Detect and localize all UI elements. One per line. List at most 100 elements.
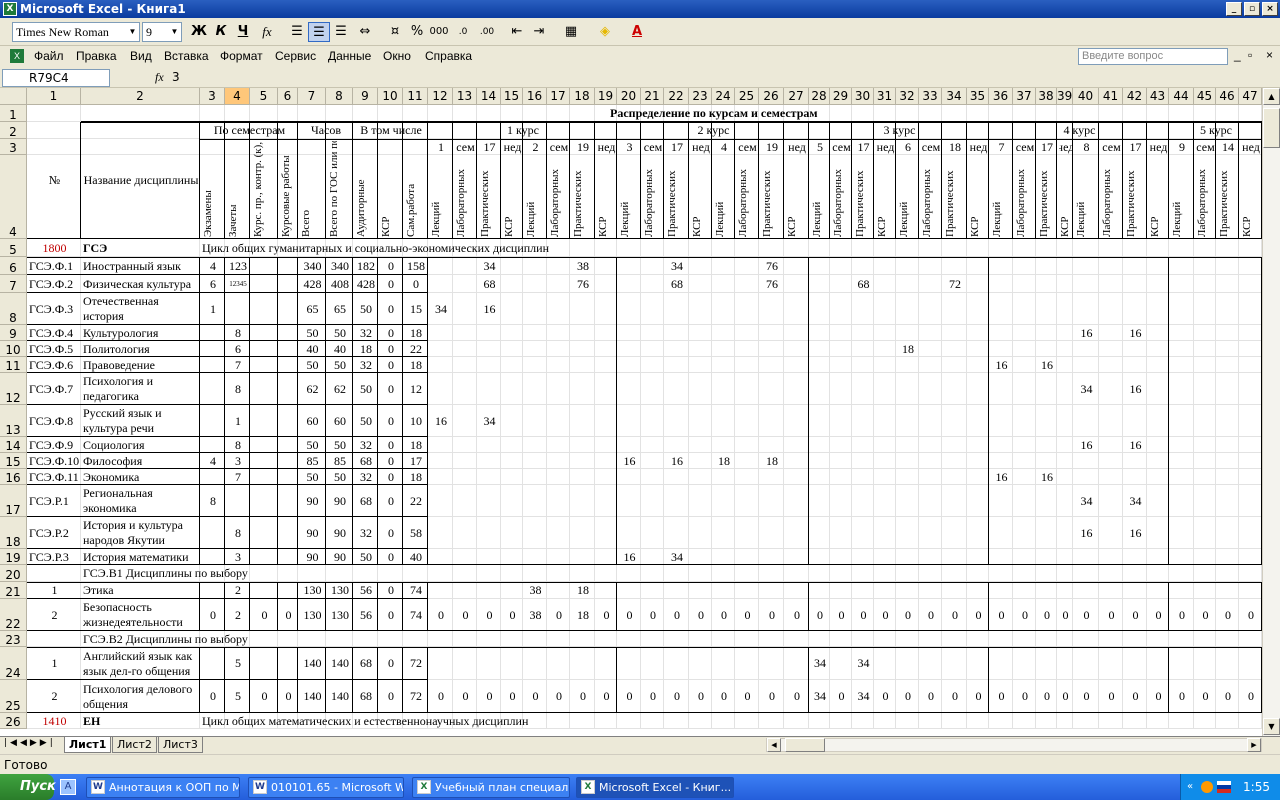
column-header[interactable]: 3: [200, 88, 225, 105]
data-cell[interactable]: 16: [1125, 373, 1146, 405]
semester-label[interactable]: сем: [455, 139, 476, 155]
vertical-header[interactable]: Курс. пр., контр. (к), рефер. (р): [252, 141, 276, 237]
discipline-name[interactable]: Физическая культура: [83, 275, 199, 293]
column-header[interactable]: 35: [967, 88, 989, 105]
semester-label[interactable]: сем: [832, 139, 851, 155]
minimize-button[interactable]: _: [1226, 2, 1242, 16]
vertical-header[interactable]: КСР: [876, 157, 894, 237]
data-cell[interactable]: 0: [691, 599, 711, 631]
row-header[interactable]: 4: [0, 155, 27, 239]
data-cell[interactable]: 0: [380, 325, 402, 341]
data-cell[interactable]: 68: [666, 275, 688, 293]
discipline-name[interactable]: Политология: [83, 341, 199, 357]
close-button[interactable]: ×: [1262, 2, 1278, 16]
data-cell[interactable]: 340: [300, 257, 325, 275]
data-cell[interactable]: 123: [227, 257, 249, 275]
workbook-minimize-icon[interactable]: _: [1234, 48, 1241, 62]
semester-label[interactable]: сем: [549, 139, 569, 155]
data-cell[interactable]: 22: [405, 341, 427, 357]
chevron-down-icon[interactable]: ▼: [126, 23, 139, 41]
data-cell[interactable]: 18: [405, 437, 427, 453]
vertical-header[interactable]: Практических: [944, 157, 965, 237]
ask-question-input[interactable]: Введите вопрос: [1078, 48, 1228, 65]
workbook-close-icon[interactable]: ×: [1266, 48, 1273, 62]
data-cell[interactable]: 0: [380, 405, 402, 437]
data-cell[interactable]: 50: [300, 325, 325, 341]
data-cell[interactable]: 68: [854, 275, 873, 293]
data-cell[interactable]: 56: [355, 599, 377, 631]
data-cell[interactable]: 0: [1218, 599, 1238, 631]
row-header[interactable]: 1: [0, 105, 27, 122]
vertical-header[interactable]: КСР: [969, 157, 987, 237]
data-cell[interactable]: 0: [1196, 680, 1215, 713]
vertical-header[interactable]: Практических: [761, 157, 782, 237]
row-code[interactable]: ГСЭ.Ф.3: [29, 293, 80, 325]
name-box[interactable]: R79C4: [2, 69, 110, 87]
semester-label[interactable]: нед: [786, 139, 808, 155]
vertical-header[interactable]: КСР: [503, 157, 521, 237]
semester-label[interactable]: 3: [619, 139, 640, 155]
data-cell[interactable]: 34: [811, 680, 829, 713]
tray-app-icon[interactable]: [1201, 781, 1213, 793]
data-cell[interactable]: 34: [854, 680, 873, 713]
vertical-header[interactable]: Практических: [1038, 157, 1055, 237]
data-cell[interactable]: 0: [380, 517, 402, 549]
column-header[interactable]: 41: [1099, 88, 1123, 105]
discipline-name[interactable]: ЕН: [83, 713, 199, 729]
data-cell[interactable]: 62: [328, 373, 352, 405]
semester-label[interactable]: 8: [1075, 139, 1098, 155]
data-cell[interactable]: 90: [300, 517, 325, 549]
column-header[interactable]: 30: [852, 88, 874, 105]
data-cell[interactable]: 0: [876, 599, 895, 631]
data-cell[interactable]: 0: [1241, 680, 1261, 713]
data-cell[interactable]: 428: [300, 275, 325, 293]
align-left-icon[interactable]: ☰: [286, 22, 308, 42]
semester-label[interactable]: нед: [503, 139, 522, 155]
data-cell[interactable]: 0: [455, 680, 476, 713]
scroll-down-icon[interactable]: ▼: [1263, 718, 1280, 735]
data-cell[interactable]: 76: [572, 275, 594, 293]
data-cell[interactable]: 38: [572, 257, 594, 275]
data-cell[interactable]: 16: [1125, 517, 1146, 549]
data-cell[interactable]: 50: [355, 373, 377, 405]
data-cell[interactable]: 0: [786, 599, 808, 631]
data-cell[interactable]: 0: [1059, 599, 1072, 631]
data-cell[interactable]: 0: [1149, 680, 1168, 713]
data-cell[interactable]: 34: [1075, 485, 1098, 517]
data-cell[interactable]: 0: [549, 680, 569, 713]
discipline-name[interactable]: Английский язык как язык дел-го общения: [83, 647, 199, 680]
column-header[interactable]: 39: [1057, 88, 1073, 105]
data-cell[interactable]: 0: [1075, 599, 1098, 631]
semester-label[interactable]: нед: [691, 139, 711, 155]
vertical-header[interactable]: КСР: [1241, 157, 1260, 237]
data-cell[interactable]: 0: [737, 599, 758, 631]
vertical-header[interactable]: Сам.работа: [405, 141, 426, 237]
group-label[interactable]: ГСЭ.В2 Дисциплины по выбору: [83, 631, 427, 647]
vertical-header[interactable]: Лабораторных: [643, 157, 662, 237]
row-header[interactable]: 10: [0, 341, 27, 357]
vertical-header[interactable]: Зачеты: [227, 141, 248, 237]
data-cell[interactable]: 18: [572, 599, 594, 631]
discipline-name[interactable]: Региональная экономика: [83, 485, 199, 517]
vertical-header[interactable]: Лекций: [714, 157, 733, 237]
vertical-header[interactable]: Практических: [854, 157, 872, 237]
row-header[interactable]: 24: [0, 647, 27, 680]
data-cell[interactable]: 60: [328, 405, 352, 437]
row-code[interactable]: ГСЭ.Ф.1: [29, 257, 80, 275]
data-cell[interactable]: 85: [300, 453, 325, 469]
row-code[interactable]: 1800: [29, 239, 80, 257]
row-code[interactable]: ГСЭ.Р.1: [29, 485, 80, 517]
vertical-header[interactable]: Практических: [666, 157, 687, 237]
row-header[interactable]: 3: [0, 139, 27, 155]
semester-label[interactable]: 2: [525, 139, 546, 155]
row-header[interactable]: 21: [0, 582, 27, 599]
column-header[interactable]: 1: [27, 88, 81, 105]
hscroll-thumb[interactable]: [785, 738, 825, 752]
row-code[interactable]: 2: [29, 680, 80, 713]
tray-expand-icon[interactable]: «: [1187, 774, 1193, 800]
column-header[interactable]: 37: [1013, 88, 1036, 105]
data-cell[interactable]: 0: [619, 599, 640, 631]
workbook-icon[interactable]: X: [10, 49, 24, 63]
data-cell[interactable]: 76: [761, 275, 783, 293]
data-cell[interactable]: 0: [1038, 680, 1056, 713]
